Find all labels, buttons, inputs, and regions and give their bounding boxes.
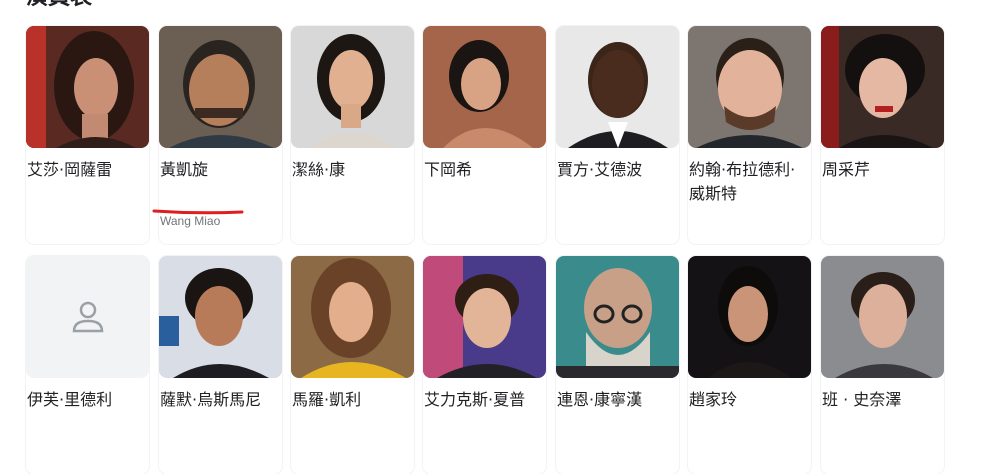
cast-card[interactable]: 下岡希 (423, 26, 546, 244)
cast-name[interactable]: 黃凱旋 (160, 158, 282, 182)
person-icon (72, 301, 103, 333)
cast-name[interactable]: 趙家玲 (689, 388, 811, 412)
cast-photo (423, 256, 546, 378)
cast-card[interactable]: 連恩·康寧漢 (556, 256, 679, 474)
cast-name[interactable]: 薩默·烏斯馬尼 (160, 388, 282, 412)
cast-photo (688, 256, 811, 378)
cast-name[interactable]: 馬羅·凱利 (292, 388, 414, 412)
cast-card[interactable]: 艾力克斯·夏普 (423, 256, 546, 474)
cast-card[interactable]: 潔絲·康 (291, 26, 414, 244)
cast-card[interactable]: 趙家玲 (688, 256, 811, 474)
cast-photo (291, 26, 414, 148)
cast-card[interactable]: 艾莎·岡薩雷 (26, 26, 149, 244)
cast-photo (291, 256, 414, 378)
cast-name[interactable]: 賈方·艾德波 (557, 158, 679, 182)
cast-card[interactable]: 周采芹 (821, 26, 944, 244)
cast-name[interactable]: 艾力克斯·夏普 (424, 388, 546, 412)
cast-photo (423, 26, 546, 148)
cast-card[interactable]: 薩默·烏斯馬尼 (159, 256, 282, 474)
cast-name[interactable]: 伊芙·里德利 (27, 388, 149, 412)
cast-photo (159, 256, 282, 378)
cast-card[interactable]: 伊芙·里德利 (26, 256, 149, 474)
cast-name[interactable]: 周采芹 (822, 158, 944, 182)
cast-card[interactable]: 班 · 史奈澤 (821, 256, 944, 474)
cast-name[interactable]: 連恩·康寧漢 (557, 388, 679, 412)
cast-card[interactable]: 賈方·艾德波 (556, 26, 679, 244)
cast-photo (159, 26, 282, 148)
cast-photo (688, 26, 811, 148)
annotation-underline (152, 209, 244, 215)
cast-card[interactable]: 馬羅·凱利 (291, 256, 414, 474)
cast-name[interactable]: 約翰·布拉德利·威斯特 (689, 158, 811, 206)
person-placeholder (26, 256, 149, 378)
cast-photo (556, 26, 679, 148)
cast-name[interactable]: 艾莎·岡薩雷 (27, 158, 149, 182)
cast-photo (556, 256, 679, 378)
cast-photo (821, 256, 944, 378)
character-name: Wang Miao (160, 214, 221, 228)
cast-grid: 艾莎·岡薩雷 黃凱旋 Wang Miao 潔絲·康 下岡希 賈方·艾德波 約翰·… (0, 0, 994, 474)
cast-name[interactable]: 潔絲·康 (292, 158, 414, 182)
cast-photo (821, 26, 944, 148)
cast-card[interactable]: 約翰·布拉德利·威斯特 (688, 26, 811, 244)
cast-name[interactable]: 下岡希 (424, 158, 546, 182)
cast-photo (26, 26, 149, 148)
cast-name[interactable]: 班 · 史奈澤 (822, 388, 944, 412)
